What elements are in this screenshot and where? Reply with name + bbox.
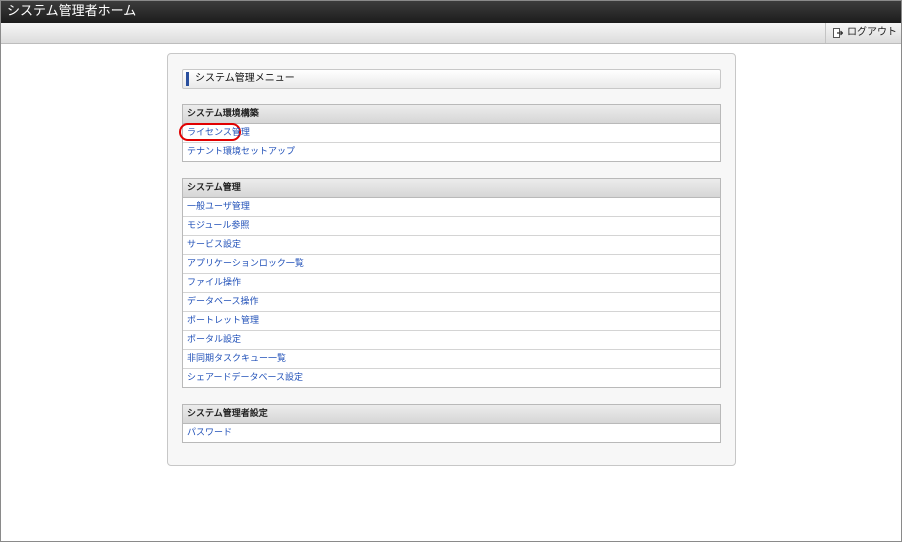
menu-item-label: 非同期タスクキュー一覧 [187, 354, 287, 364]
menu-item-application-lock-list[interactable]: アプリケーションロック一覧 [183, 255, 720, 274]
menu-item-label: ポータル設定 [187, 335, 242, 345]
logout-button[interactable]: ログアウト [825, 23, 901, 43]
menu-item-tenant-setup[interactable]: テナント環境セットアップ [183, 143, 720, 161]
menu-item-portlet-management[interactable]: ポートレット管理 [183, 312, 720, 331]
section-system-management: システム管理 一般ユーザ管理 モジュール参照 サービス設定 アプリケーションロッ… [182, 178, 721, 388]
section-system-environment: システム環境構築 ライセンス管理 テナント環境セットアップ [179, 104, 721, 162]
window-title: システム管理者ホーム [7, 4, 137, 19]
browser-frame: システム管理者ホーム ログアウト システム管理メニュー システム環境構築 ライセ… [0, 0, 902, 542]
menu-item-shared-database-settings[interactable]: シェアードデータベース設定 [183, 369, 720, 387]
section-header: システム管理者設定 [183, 405, 720, 424]
menu-title: システム管理メニュー [195, 73, 295, 84]
menu-item-label: データベース操作 [187, 297, 259, 307]
menu-item-portal-settings[interactable]: ポータル設定 [183, 331, 720, 350]
logout-icon [833, 28, 843, 38]
menu-item-file-operations[interactable]: ファイル操作 [183, 274, 720, 293]
menu-item-label: テナント環境セットアップ [187, 147, 296, 157]
section-admin-settings: システム管理者設定 パスワード [182, 404, 721, 443]
menu-item-async-task-queue[interactable]: 非同期タスクキュー一覧 [183, 350, 720, 369]
menu-item-label: サービス設定 [187, 240, 242, 250]
menu-item-label: シェアードデータベース設定 [187, 373, 304, 383]
menu-item-module-reference[interactable]: モジュール参照 [183, 217, 720, 236]
system-admin-menu-panel: システム管理メニュー システム環境構築 ライセンス管理 テナント環境セットアップ… [167, 53, 736, 466]
section-header: システム環境構築 [183, 105, 720, 124]
logout-label: ログアウト [847, 27, 897, 38]
menu-item-label: 一般ユーザ管理 [187, 202, 250, 212]
menu-item-label: モジュール参照 [187, 221, 250, 231]
window-titlebar: システム管理者ホーム [1, 1, 901, 23]
menu-item-database-operations[interactable]: データベース操作 [183, 293, 720, 312]
menu-item-license-management[interactable]: ライセンス管理 [179, 123, 720, 143]
section-header: システム管理 [183, 179, 720, 198]
menu-item-label: ファイル操作 [187, 278, 242, 288]
menu-item-password[interactable]: パスワード [183, 424, 720, 442]
menu-item-label: ライセンス管理 [187, 128, 250, 138]
menu-item-user-management[interactable]: 一般ユーザ管理 [183, 198, 720, 217]
menu-item-label: パスワード [187, 428, 233, 438]
title-accent-bar [186, 72, 189, 86]
top-toolbar: ログアウト [1, 23, 901, 44]
menu-item-label: ポートレット管理 [187, 316, 260, 326]
menu-item-label: アプリケーションロック一覧 [187, 259, 304, 269]
menu-title-box: システム管理メニュー [182, 69, 721, 89]
menu-item-service-settings[interactable]: サービス設定 [183, 236, 720, 255]
